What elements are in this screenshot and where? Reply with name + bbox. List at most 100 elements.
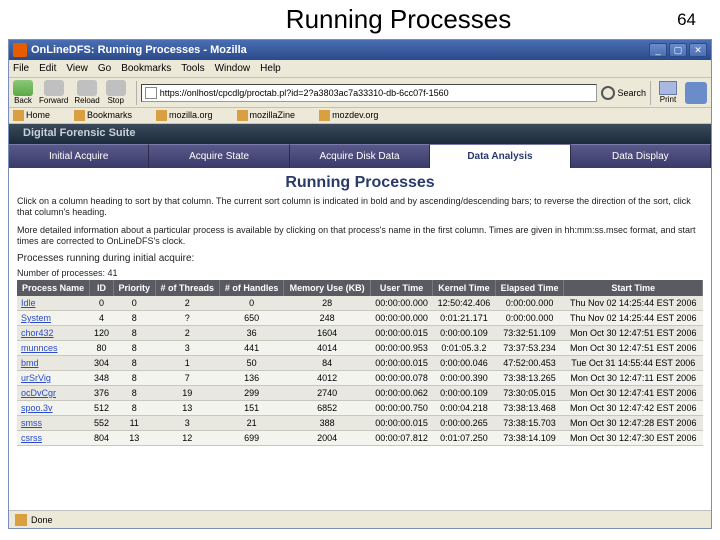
cell-kt: 0:00:00.390 bbox=[433, 371, 495, 386]
mozilla-link[interactable]: mozilla.org bbox=[156, 110, 225, 121]
cell-kt: 0:01:05.3.2 bbox=[433, 341, 495, 356]
cell-mem: 2740 bbox=[284, 386, 371, 401]
menu-window[interactable]: Window bbox=[215, 63, 251, 74]
cell-thr: 2 bbox=[155, 326, 219, 341]
cell-name[interactable]: csrss bbox=[17, 431, 90, 446]
cell-mem: 248 bbox=[284, 311, 371, 326]
reload-button[interactable]: Reload bbox=[74, 80, 99, 105]
cell-kt: 0:00:00.109 bbox=[433, 326, 495, 341]
cell-kt: 0:00:00.046 bbox=[433, 356, 495, 371]
col-start-time[interactable]: Start Time bbox=[564, 280, 703, 296]
print-icon bbox=[659, 81, 677, 95]
cell-id: 4 bbox=[90, 311, 114, 326]
col-elapsed-time[interactable]: Elapsed Time bbox=[495, 280, 564, 296]
cell-st: Mon Oct 30 12:47:51 EST 2006 bbox=[564, 326, 703, 341]
cell-name[interactable]: smss bbox=[17, 416, 90, 431]
process-link[interactable]: chor432 bbox=[21, 328, 54, 338]
cell-name[interactable]: munnces bbox=[17, 341, 90, 356]
search-icon bbox=[601, 86, 615, 100]
table-row: munnces8083441401400:00:00.9530:01:05.3.… bbox=[17, 341, 703, 356]
tab-acquire-state[interactable]: Acquire State bbox=[149, 144, 289, 168]
cell-name[interactable]: urSrVig bbox=[17, 371, 90, 386]
separator bbox=[136, 81, 137, 105]
cell-kt: 0:00:00.265 bbox=[433, 416, 495, 431]
process-link[interactable]: urSrVig bbox=[21, 373, 51, 383]
process-link[interactable]: bmd bbox=[21, 358, 39, 368]
menu-tools[interactable]: Tools bbox=[181, 63, 204, 74]
cell-st: Mon Oct 30 12:47:30 EST 2006 bbox=[564, 431, 703, 446]
menu-file[interactable]: File bbox=[13, 63, 29, 74]
stop-icon bbox=[106, 80, 126, 96]
menu-bookmarks[interactable]: Bookmarks bbox=[121, 63, 171, 74]
cell-st: Mon Oct 30 12:47:51 EST 2006 bbox=[564, 341, 703, 356]
bookmarks-link[interactable]: Bookmarks bbox=[74, 110, 144, 121]
menu-view[interactable]: View bbox=[66, 63, 88, 74]
search-button[interactable]: Search bbox=[601, 86, 646, 100]
cell-ut: 00:00:00.000 bbox=[370, 311, 432, 326]
process-link[interactable]: ocDvCgr bbox=[21, 388, 56, 398]
tab-data-analysis[interactable]: Data Analysis bbox=[430, 144, 570, 168]
maximize-button[interactable]: ▢ bbox=[669, 43, 687, 57]
tab-initial-acquire[interactable]: Initial Acquire bbox=[9, 144, 149, 168]
cell-name[interactable]: chor432 bbox=[17, 326, 90, 341]
col-name[interactable]: Process Name bbox=[17, 280, 90, 296]
home-link[interactable]: Home bbox=[13, 110, 62, 121]
col-kernel-time[interactable]: Kernel Time bbox=[433, 280, 495, 296]
table-row: chor4321208236160400:00:00.0150:00:00.10… bbox=[17, 326, 703, 341]
link-icon bbox=[156, 110, 167, 121]
col-user-time[interactable]: User Time bbox=[370, 280, 432, 296]
cell-name[interactable]: Idle bbox=[17, 296, 90, 311]
col-threads[interactable]: # of Threads bbox=[155, 280, 219, 296]
process-link[interactable]: Idle bbox=[21, 298, 36, 308]
col-priority[interactable]: Priority bbox=[113, 280, 155, 296]
cell-name[interactable]: spoo.3v bbox=[17, 401, 90, 416]
table-row: spoo.3v512813151685200:00:00.7500:00:04.… bbox=[17, 401, 703, 416]
cell-id: 304 bbox=[90, 356, 114, 371]
menu-help[interactable]: Help bbox=[260, 63, 281, 74]
app-banner: Digital Forensic Suite bbox=[9, 124, 711, 144]
cell-et: 0:00:00.000 bbox=[495, 311, 564, 326]
cell-id: 120 bbox=[90, 326, 114, 341]
process-link[interactable]: spoo.3v bbox=[21, 403, 53, 413]
mozillazine-link[interactable]: mozillaZine bbox=[237, 110, 308, 121]
tab-data-display[interactable]: Data Display bbox=[571, 144, 711, 168]
close-button[interactable]: ✕ bbox=[689, 43, 707, 57]
process-link[interactable]: munnces bbox=[21, 343, 58, 353]
cell-han: 299 bbox=[219, 386, 283, 401]
cell-thr: 19 bbox=[155, 386, 219, 401]
table-row: ocDvCgr376819299274000:00:00.0620:00:00.… bbox=[17, 386, 703, 401]
cell-name[interactable]: System bbox=[17, 311, 90, 326]
tab-acquire-disk[interactable]: Acquire Disk Data bbox=[290, 144, 430, 168]
col-handles[interactable]: # of Handles bbox=[219, 280, 283, 296]
cell-name[interactable]: bmd bbox=[17, 356, 90, 371]
minimize-button[interactable]: _ bbox=[649, 43, 667, 57]
menu-go[interactable]: Go bbox=[98, 63, 111, 74]
forward-button[interactable]: Forward bbox=[39, 80, 68, 105]
col-memory[interactable]: Memory Use (KB) bbox=[284, 280, 371, 296]
col-id[interactable]: ID bbox=[90, 280, 114, 296]
process-count: Number of processes: 41 bbox=[17, 268, 703, 278]
toolbar: Back Forward Reload Stop https://onlhost… bbox=[9, 78, 711, 108]
cell-st: Mon Oct 30 12:47:42 EST 2006 bbox=[564, 401, 703, 416]
process-link[interactable]: csrss bbox=[21, 433, 42, 443]
print-button[interactable]: Print bbox=[659, 81, 677, 104]
url-bar[interactable]: https://onlhost/cpcdlg/proctab.pl?id=2?a… bbox=[141, 84, 598, 102]
stop-button[interactable]: Stop bbox=[106, 80, 126, 105]
back-button[interactable]: Back bbox=[13, 80, 33, 105]
separator bbox=[650, 81, 651, 105]
browser-window: OnLineDFS: Running Processes - Mozilla _… bbox=[8, 39, 712, 529]
cell-st: Mon Oct 30 12:47:11 EST 2006 bbox=[564, 371, 703, 386]
menu-edit[interactable]: Edit bbox=[39, 63, 56, 74]
process-link[interactable]: smss bbox=[21, 418, 42, 428]
cell-pri: 8 bbox=[113, 356, 155, 371]
cell-thr: 12 bbox=[155, 431, 219, 446]
instructions-2: More detailed information about a partic… bbox=[17, 225, 703, 248]
cell-han: 151 bbox=[219, 401, 283, 416]
process-link[interactable]: System bbox=[21, 313, 51, 323]
cell-name[interactable]: ocDvCgr bbox=[17, 386, 90, 401]
cell-kt: 0:01:21.171 bbox=[433, 311, 495, 326]
cell-id: 512 bbox=[90, 401, 114, 416]
cell-pri: 8 bbox=[113, 371, 155, 386]
cell-pri: 8 bbox=[113, 401, 155, 416]
mozdev-link[interactable]: mozdev.org bbox=[319, 110, 390, 121]
